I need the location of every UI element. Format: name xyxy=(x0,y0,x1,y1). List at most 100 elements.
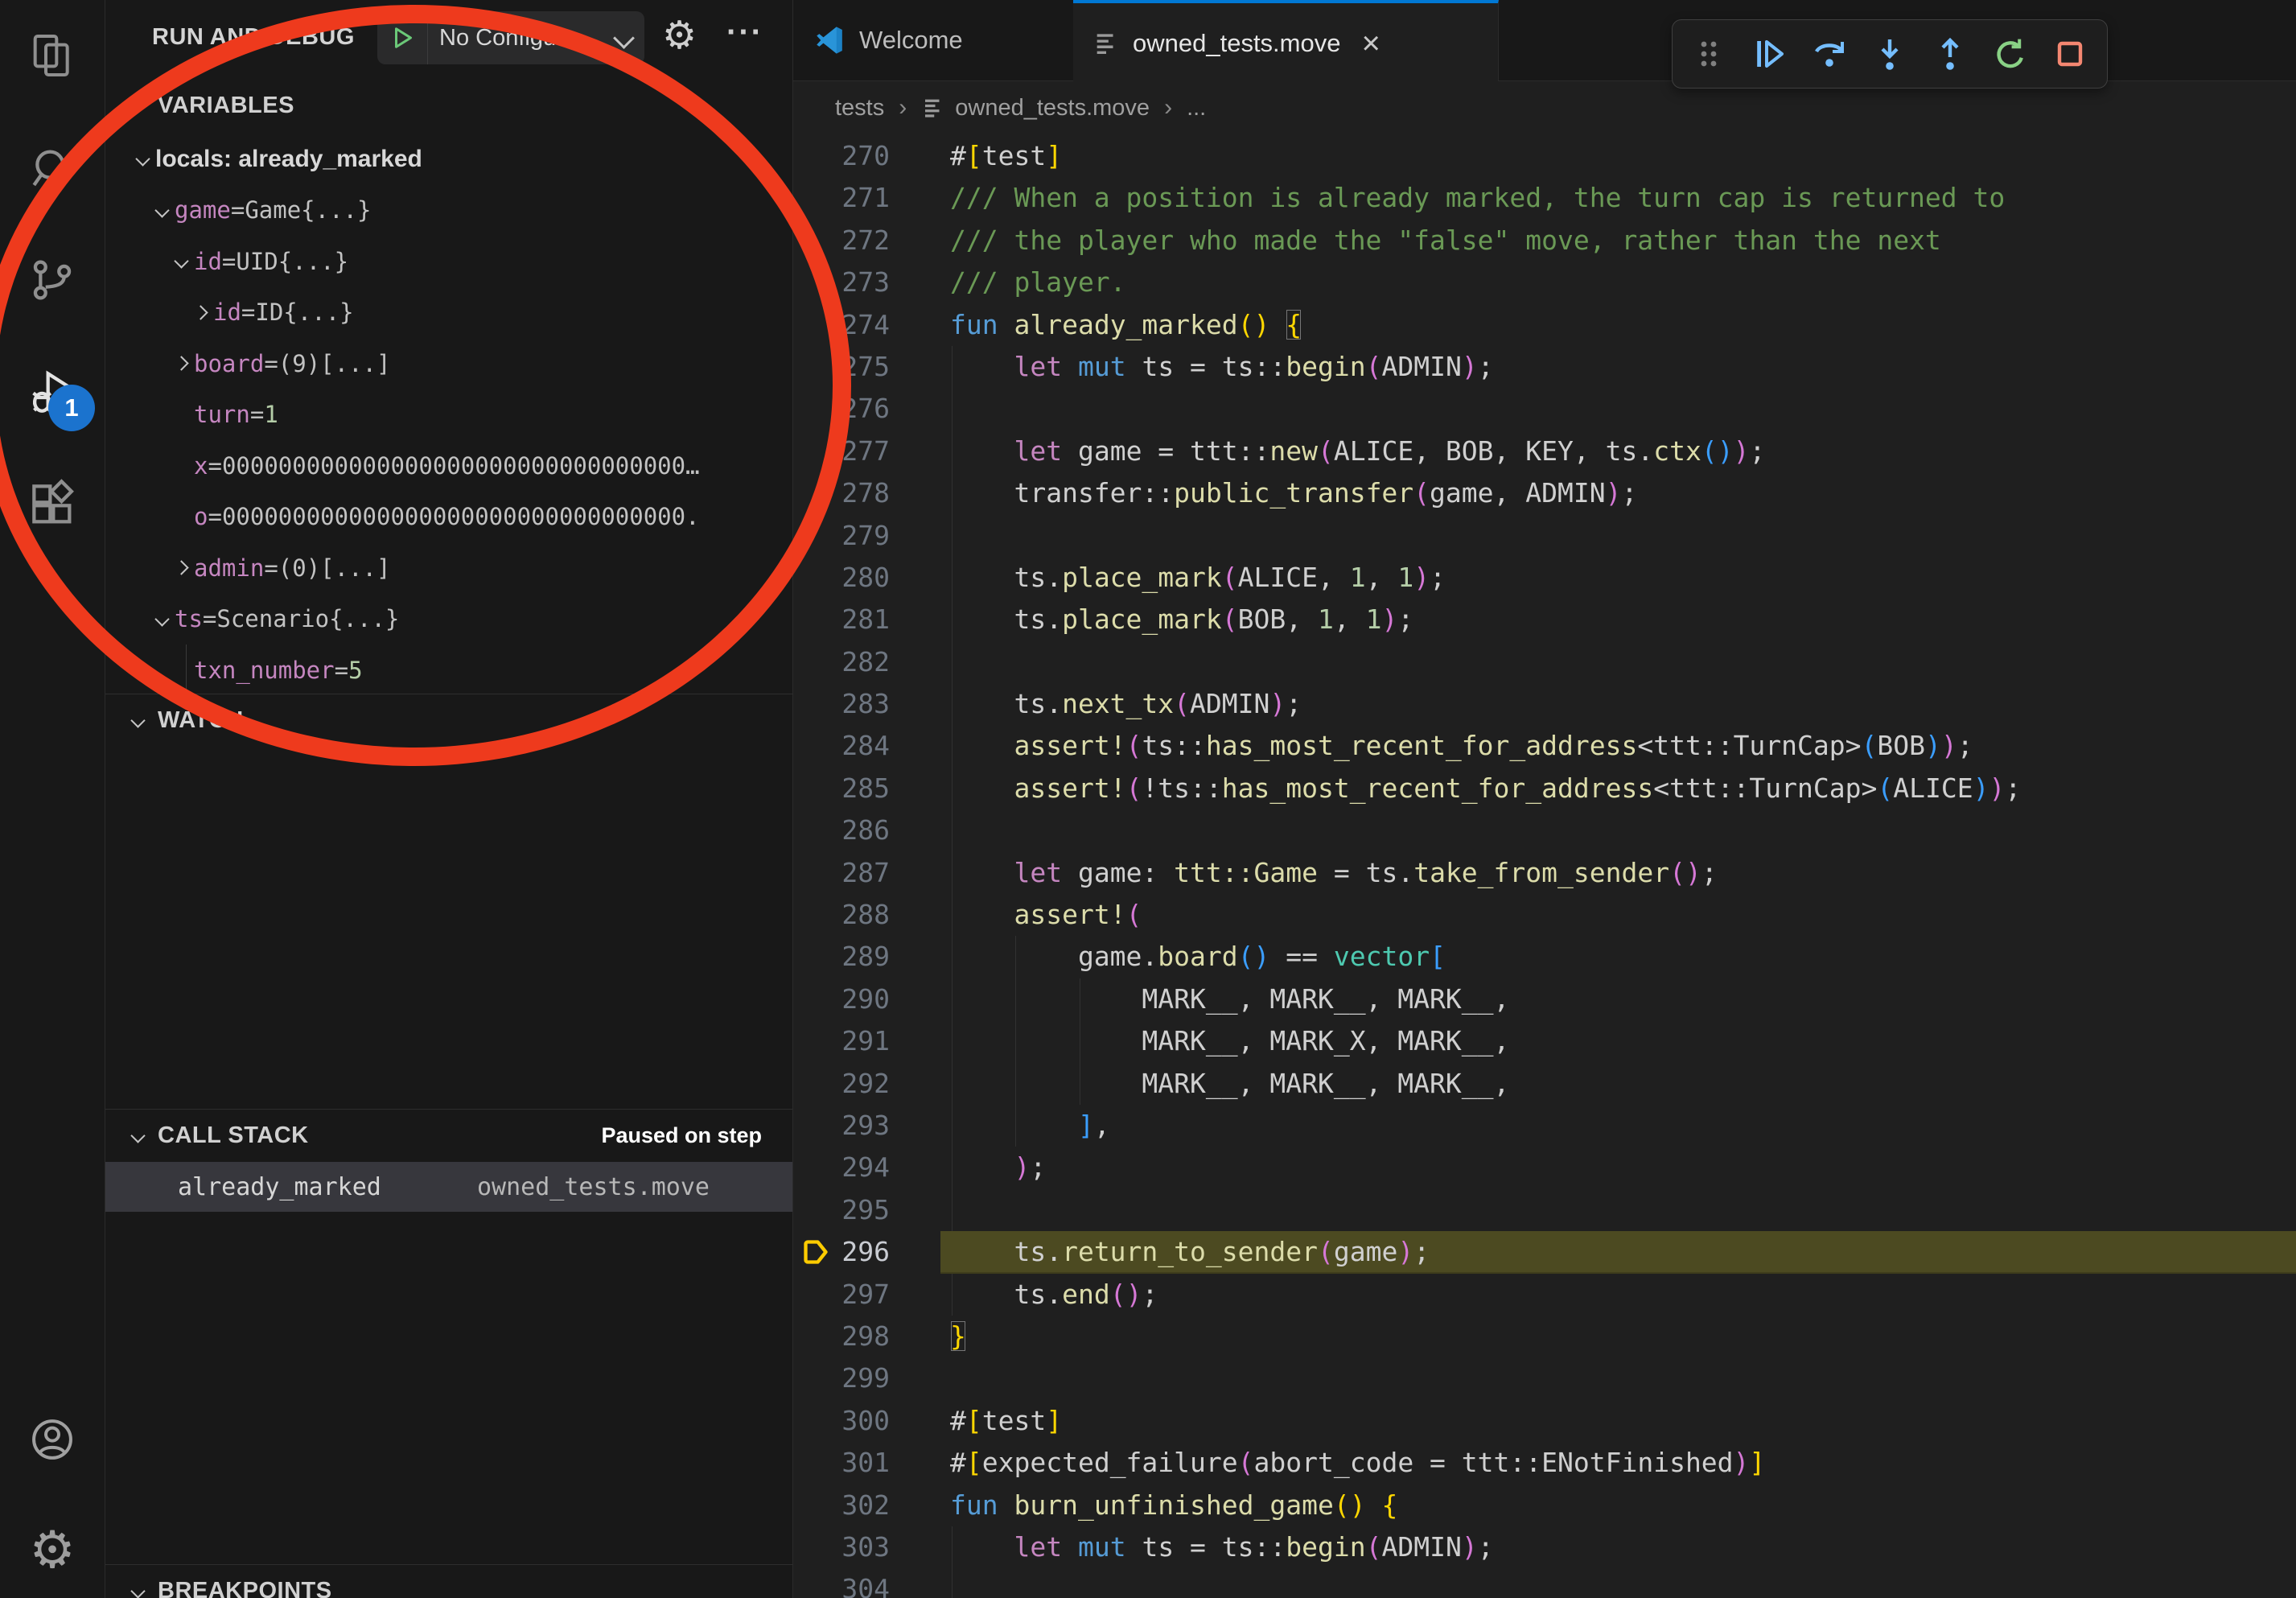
code-line[interactable]: 293 ], xyxy=(793,1105,2296,1147)
variable-row[interactable]: x = 000000000000000000000000000000000… xyxy=(105,440,792,492)
step-over-icon[interactable] xyxy=(1804,27,1854,80)
code-line[interactable]: 279 xyxy=(793,515,2296,557)
variable-row[interactable]: id = UID{...} xyxy=(105,236,792,287)
code-line[interactable]: 271/// When a position is already marked… xyxy=(793,177,2296,219)
variable-row[interactable]: admin = (0)[...] xyxy=(105,542,792,594)
code-line[interactable]: 296 ts.return_to_sender(game); xyxy=(793,1231,2296,1273)
toolbar-drag-handle[interactable] xyxy=(1684,27,1734,80)
close-icon[interactable]: × xyxy=(1361,27,1380,60)
code-line[interactable]: 282 xyxy=(793,641,2296,683)
source-control-icon[interactable] xyxy=(0,236,105,324)
breadcrumb-symbol[interactable]: ... xyxy=(1187,95,1206,121)
line-number[interactable]: 283 xyxy=(793,683,890,725)
line-number[interactable]: 286 xyxy=(793,809,890,851)
line-number[interactable]: 281 xyxy=(793,599,890,640)
code-line[interactable]: 288 assert!( xyxy=(793,894,2296,936)
code-line[interactable]: 302fun burn_unfinished_game() { xyxy=(793,1485,2296,1526)
line-number[interactable]: 276 xyxy=(793,388,890,430)
code-line[interactable]: 284 assert!(ts::has_most_recent_for_addr… xyxy=(793,725,2296,767)
code-line[interactable]: 294 ); xyxy=(793,1147,2296,1188)
restart-icon[interactable] xyxy=(1985,27,2035,80)
code-line[interactable]: 303 let mut ts = ts::begin(ADMIN); xyxy=(793,1526,2296,1568)
breakpoints-section-header[interactable]: BREAKPOINTS xyxy=(105,1566,792,1598)
line-number[interactable]: 278 xyxy=(793,472,890,514)
code-line[interactable]: 299 xyxy=(793,1357,2296,1399)
code-line[interactable]: 274fun already_marked() { xyxy=(793,304,2296,346)
code-line[interactable]: 275 let mut ts = ts::begin(ADMIN); xyxy=(793,346,2296,388)
variable-row[interactable]: board = (9)[...] xyxy=(105,338,792,389)
search-icon[interactable] xyxy=(0,125,105,213)
line-number[interactable]: 296 xyxy=(793,1231,890,1273)
config-dropdown-label[interactable]: No Configur xyxy=(439,25,564,51)
line-number[interactable]: 270 xyxy=(793,135,890,177)
code-line[interactable]: 286 xyxy=(793,809,2296,851)
line-number[interactable]: 297 xyxy=(793,1274,890,1316)
more-actions-icon[interactable]: ··· xyxy=(726,14,763,51)
code-line[interactable]: 281 ts.place_mark(BOB, 1, 1); xyxy=(793,599,2296,640)
line-number[interactable]: 280 xyxy=(793,557,890,599)
line-number[interactable]: 302 xyxy=(793,1485,890,1526)
step-into-icon[interactable] xyxy=(1865,27,1915,80)
code-line[interactable]: 304 xyxy=(793,1568,2296,1598)
start-debug-icon[interactable] xyxy=(377,11,428,64)
watch-section-header[interactable]: WATCH xyxy=(105,695,792,745)
line-number[interactable]: 303 xyxy=(793,1526,890,1568)
line-number[interactable]: 284 xyxy=(793,725,890,767)
call-stack-frame-row[interactable]: already_marked owned_tests.move xyxy=(105,1162,792,1212)
line-number[interactable]: 275 xyxy=(793,346,890,388)
code-line[interactable]: 289 game.board() == vector[ xyxy=(793,936,2296,978)
code-line[interactable]: 278 transfer::public_transfer(game, ADMI… xyxy=(793,472,2296,514)
code-line[interactable]: 272/// the player who made the "false" m… xyxy=(793,220,2296,262)
variables-section-header[interactable]: VARIABLES xyxy=(105,80,792,130)
code-line[interactable]: 283 ts.next_tx(ADMIN); xyxy=(793,683,2296,725)
code-line[interactable]: 277 let game = ttt::new(ALICE, BOB, KEY,… xyxy=(793,430,2296,472)
line-number[interactable]: 291 xyxy=(793,1020,890,1062)
line-number[interactable]: 288 xyxy=(793,894,890,936)
variable-row[interactable]: turn = 1 xyxy=(105,389,792,441)
settings-gear-icon[interactable]: ⚙ xyxy=(0,1506,105,1595)
line-number[interactable]: 271 xyxy=(793,177,890,219)
code-line[interactable]: 285 assert!(!ts::has_most_recent_for_add… xyxy=(793,768,2296,809)
code-line[interactable]: 291 MARK__, MARK_X, MARK__, xyxy=(793,1020,2296,1062)
line-number[interactable]: 300 xyxy=(793,1400,890,1442)
stop-icon[interactable] xyxy=(2045,27,2095,80)
line-number[interactable]: 287 xyxy=(793,852,890,894)
line-number[interactable]: 282 xyxy=(793,641,890,683)
line-number[interactable]: 285 xyxy=(793,768,890,809)
step-out-icon[interactable] xyxy=(1925,27,1975,80)
code-line[interactable]: 287 let game: ttt::Game = ts.take_from_s… xyxy=(793,852,2296,894)
code-line[interactable]: 270#[test] xyxy=(793,135,2296,177)
line-number[interactable]: 298 xyxy=(793,1316,890,1357)
line-number[interactable]: 289 xyxy=(793,936,890,978)
variable-row[interactable]: o = 000000000000000000000000000000000. xyxy=(105,492,792,543)
line-number[interactable]: 292 xyxy=(793,1063,890,1105)
code-line[interactable]: 300#[test] xyxy=(793,1400,2296,1442)
code-line[interactable]: 273/// player. xyxy=(793,262,2296,303)
breadcrumb-file[interactable]: owned_tests.move xyxy=(955,95,1150,121)
variable-row[interactable]: txn_number = 5 xyxy=(105,645,792,696)
line-number[interactable]: 274 xyxy=(793,304,890,346)
code-line[interactable]: 295 xyxy=(793,1189,2296,1231)
call-stack-section-header[interactable]: CALL STACK Paused on step xyxy=(105,1110,792,1160)
breadcrumb-folder[interactable]: tests xyxy=(835,95,884,121)
code-line[interactable]: 276 xyxy=(793,388,2296,430)
line-number[interactable]: 299 xyxy=(793,1357,890,1399)
code-line[interactable]: 297 ts.end(); xyxy=(793,1274,2296,1316)
line-number[interactable]: 301 xyxy=(793,1442,890,1484)
account-icon[interactable] xyxy=(0,1395,105,1484)
line-number[interactable]: 273 xyxy=(793,262,890,303)
line-number[interactable]: 272 xyxy=(793,220,890,262)
extensions-icon[interactable] xyxy=(0,460,105,549)
line-number[interactable]: 294 xyxy=(793,1147,890,1188)
debug-settings-gear-icon[interactable]: ⚙ xyxy=(662,16,697,55)
line-number[interactable]: 279 xyxy=(793,515,890,557)
code-line[interactable]: 298} xyxy=(793,1316,2296,1357)
code-line[interactable]: 292 MARK__, MARK__, MARK__, xyxy=(793,1063,2296,1105)
continue-icon[interactable] xyxy=(1744,27,1794,80)
tab-welcome[interactable]: Welcome xyxy=(793,0,1074,80)
launch-config-control[interactable]: No Configur xyxy=(377,11,644,64)
explorer-icon[interactable] xyxy=(0,11,105,100)
line-number[interactable]: 293 xyxy=(793,1105,890,1147)
variable-row[interactable]: ts = Scenario{...} xyxy=(105,594,792,645)
line-number[interactable]: 295 xyxy=(793,1189,890,1231)
